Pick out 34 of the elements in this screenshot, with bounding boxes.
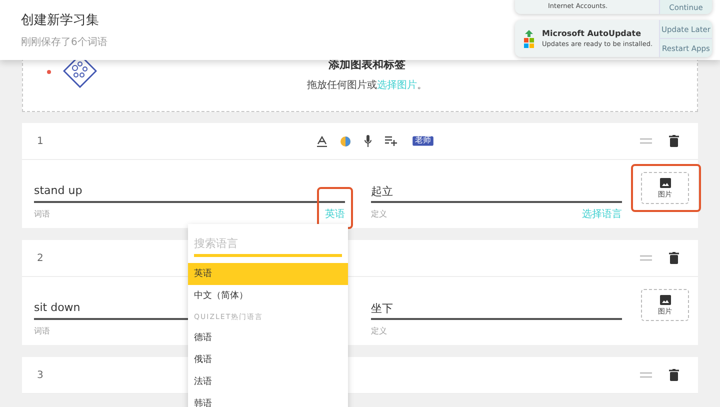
- language-option[interactable]: 德语: [188, 327, 348, 349]
- card-number: 1: [37, 136, 44, 146]
- definition-label: 定义: [371, 326, 387, 337]
- term-input[interactable]: stand up: [34, 174, 345, 203]
- text-format-icon[interactable]: [317, 136, 327, 146]
- definition-input[interactable]: 坐下: [371, 291, 622, 320]
- drag-handle-icon[interactable]: [640, 255, 652, 261]
- image-icon: [660, 178, 670, 188]
- microphone-icon[interactable]: [364, 135, 372, 147]
- trash-icon[interactable]: [669, 369, 679, 381]
- definition-label: 定义: [371, 209, 387, 220]
- term-label: 词语: [34, 326, 50, 337]
- language-option[interactable]: 韩语: [188, 393, 348, 407]
- drag-handle-icon[interactable]: [640, 138, 652, 144]
- language-option[interactable]: 法语: [188, 371, 348, 393]
- trash-icon[interactable]: [669, 252, 679, 264]
- language-option[interactable]: 俄语: [188, 349, 348, 371]
- app-icon: [524, 30, 534, 48]
- language-option[interactable]: 中文（简体）: [188, 285, 348, 307]
- card-number: 2: [37, 252, 44, 264]
- definition-input[interactable]: 起立: [371, 174, 622, 203]
- term-label: 词语: [34, 209, 50, 220]
- save-status: 刚刚保存了6个词语: [21, 36, 108, 49]
- drag-handle-icon[interactable]: [640, 372, 652, 378]
- image-icon: [660, 294, 670, 304]
- drop-instruction: 拖放任何图片或选择图片。: [307, 78, 427, 92]
- dot-icon: [47, 70, 51, 74]
- color-icon[interactable]: [340, 136, 351, 146]
- teacher-badge[interactable]: 老师: [412, 136, 434, 146]
- notification-title: Microsoft AutoUpdate: [542, 29, 642, 38]
- card-number: 3: [37, 370, 44, 380]
- add-list-icon[interactable]: [385, 136, 397, 146]
- language-option[interactable]: 英语: [188, 263, 348, 285]
- trash-icon[interactable]: [669, 135, 679, 147]
